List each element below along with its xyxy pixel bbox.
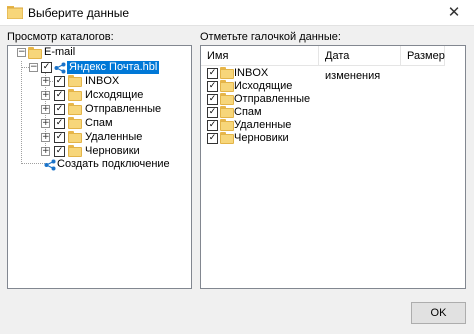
- tree-item-folder[interactable]: + ✓ INBOX: [8, 75, 191, 88]
- folder-icon: [220, 67, 234, 79]
- window-title: Выберите данные: [28, 6, 130, 20]
- share-icon: [54, 62, 66, 74]
- list-item-label: Исходящие: [234, 80, 293, 92]
- list-item-label: Черновики: [234, 132, 289, 144]
- item-checkbox[interactable]: ✓: [207, 94, 218, 105]
- title-bar: Выберите данные ✕: [0, 0, 474, 26]
- item-checkbox[interactable]: ✓: [207, 68, 218, 79]
- tree-item-folder[interactable]: + ✓ Черновики: [8, 145, 191, 158]
- tree-item-account[interactable]: − ✓ Яндекс Почта.hbl: [8, 61, 191, 74]
- collapse-icon[interactable]: −: [29, 63, 38, 72]
- list-item[interactable]: ✓ Удаленные: [201, 119, 465, 132]
- ok-button[interactable]: OK: [411, 302, 466, 324]
- folder-icon: [68, 75, 82, 87]
- folder-icon: [68, 89, 82, 101]
- folder-checkbox[interactable]: ✓: [54, 76, 65, 87]
- column-header-size[interactable]: Размер: [401, 46, 445, 66]
- tree-item-label: INBOX: [85, 75, 120, 87]
- folder-icon: [220, 106, 234, 118]
- folder-tree[interactable]: − E-mail − ✓ Яндекс Почта.hbl + ✓ INBOX …: [7, 45, 192, 289]
- expand-icon[interactable]: +: [41, 105, 50, 114]
- list-item[interactable]: ✓ Спам: [201, 106, 465, 119]
- folder-checkbox[interactable]: ✓: [54, 146, 65, 157]
- list-item-label: Отправленные: [234, 93, 311, 105]
- folder-checkbox[interactable]: ✓: [54, 132, 65, 143]
- file-panel-label: Отметьте галочкой данные:: [200, 31, 341, 43]
- file-list[interactable]: Имя Дата изменения Размер ✓ INBOX ✓ Исхо…: [200, 45, 466, 289]
- tree-item-label: Отправленные: [85, 103, 162, 115]
- expand-icon[interactable]: +: [41, 77, 50, 86]
- column-header-name[interactable]: Имя: [201, 46, 319, 66]
- item-checkbox[interactable]: ✓: [207, 120, 218, 131]
- column-header-modified[interactable]: Дата изменения: [319, 46, 401, 82]
- share-icon: [44, 159, 56, 171]
- tree-panel-label: Просмотр каталогов:: [7, 31, 114, 43]
- create-connection-label: Создать подключение: [57, 158, 170, 170]
- list-item[interactable]: ✓ INBOX: [201, 67, 465, 80]
- list-item[interactable]: ✓ Исходящие: [201, 80, 465, 93]
- expand-icon[interactable]: +: [41, 119, 50, 128]
- folder-icon: [220, 132, 234, 144]
- close-icon: ✕: [447, 4, 461, 21]
- folder-icon: [68, 145, 82, 157]
- item-checkbox[interactable]: ✓: [207, 107, 218, 118]
- tree-item-folder[interactable]: + ✓ Отправленные: [8, 103, 191, 116]
- folder-icon: [68, 103, 82, 115]
- close-button[interactable]: ✕: [444, 3, 464, 23]
- item-checkbox[interactable]: ✓: [207, 133, 218, 144]
- tree-item-folder[interactable]: + ✓ Спам: [8, 117, 191, 130]
- folder-icon: [220, 80, 234, 92]
- folder-checkbox[interactable]: ✓: [54, 90, 65, 101]
- tree-item-label: Удаленные: [85, 131, 143, 143]
- list-item-label: INBOX: [234, 67, 269, 79]
- folder-icon: [220, 119, 234, 131]
- tree-item-folder[interactable]: + ✓ Удаленные: [8, 131, 191, 144]
- tree-item-label: Исходящие: [85, 89, 144, 101]
- folder-checkbox[interactable]: ✓: [54, 118, 65, 129]
- folder-icon: [220, 93, 234, 105]
- account-checkbox[interactable]: ✓: [41, 62, 52, 73]
- create-connection-item[interactable]: Создать подключение: [8, 158, 191, 171]
- list-item[interactable]: ✓ Отправленные: [201, 93, 465, 106]
- list-item-label: Спам: [234, 106, 262, 118]
- collapse-icon[interactable]: −: [17, 48, 26, 57]
- expand-icon[interactable]: +: [41, 91, 50, 100]
- folder-icon: [68, 117, 82, 129]
- list-item[interactable]: ✓ Черновики: [201, 132, 465, 145]
- tree-item-email[interactable]: − E-mail: [8, 46, 191, 59]
- email-folder-icon: [28, 47, 42, 59]
- item-checkbox[interactable]: ✓: [207, 81, 218, 92]
- app-folder-icon: [7, 6, 23, 19]
- expand-icon[interactable]: +: [41, 133, 50, 142]
- tree-item-label: E-mail: [44, 46, 76, 58]
- tree-item-label: Яндекс Почта.hbl: [67, 61, 160, 74]
- folder-icon: [68, 131, 82, 143]
- list-item-label: Удаленные: [234, 119, 292, 131]
- tree-item-label: Черновики: [85, 145, 140, 157]
- expand-icon[interactable]: +: [41, 147, 50, 156]
- folder-checkbox[interactable]: ✓: [54, 104, 65, 115]
- tree-item-folder[interactable]: + ✓ Исходящие: [8, 89, 191, 102]
- tree-item-label: Спам: [85, 117, 113, 129]
